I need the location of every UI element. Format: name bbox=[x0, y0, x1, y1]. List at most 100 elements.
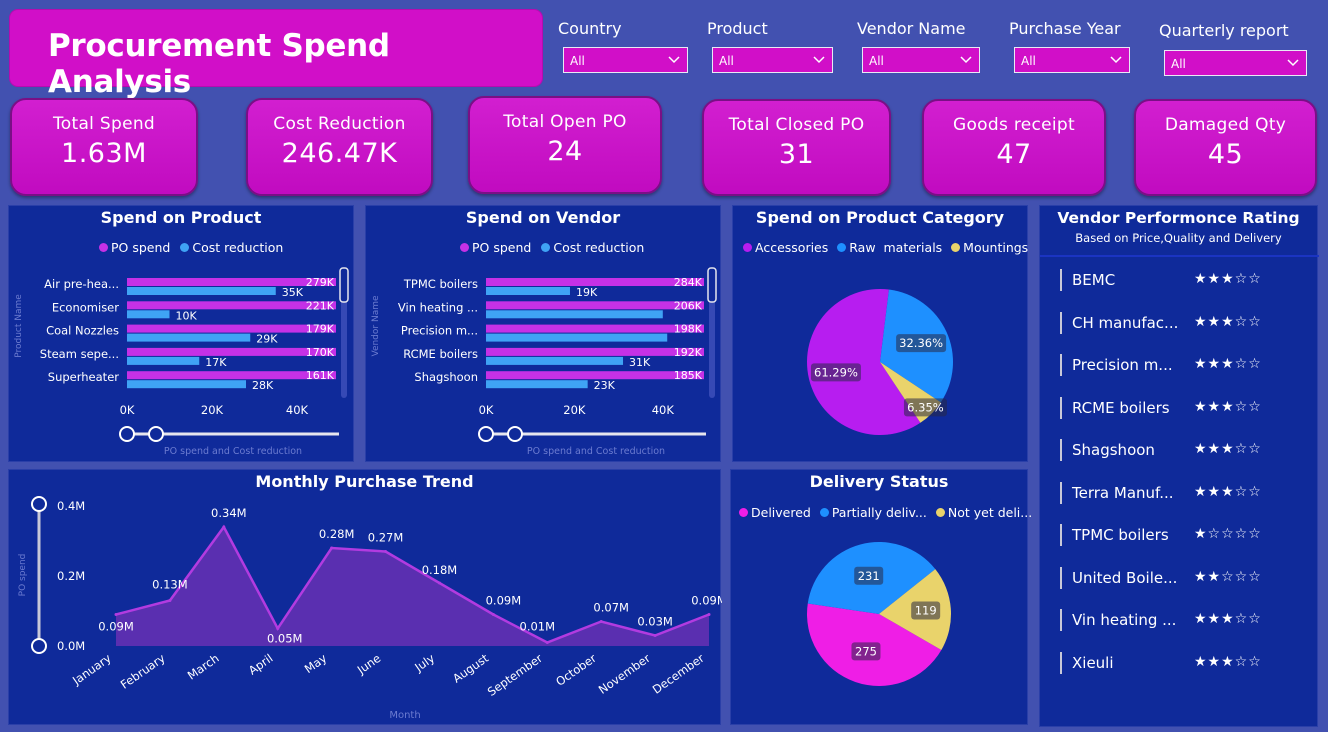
bar-po-spend[interactable] bbox=[486, 278, 704, 286]
x-axis-label: PO spend and Cost reduction bbox=[164, 446, 302, 457]
bar-cost-reduction[interactable] bbox=[486, 287, 570, 295]
range-slider-handle-min[interactable] bbox=[31, 638, 47, 654]
bar-po-spend[interactable] bbox=[486, 347, 704, 356]
scrollbar-thumb[interactable] bbox=[707, 267, 717, 303]
row-marker bbox=[1060, 651, 1062, 674]
filter-product-dropdown[interactable]: All bbox=[712, 47, 833, 73]
filter-quarter-dropdown[interactable]: All bbox=[1164, 50, 1307, 76]
data-label: 23K bbox=[594, 379, 616, 392]
vendor-rating-row[interactable]: Xieuli ★★★☆☆ bbox=[1060, 651, 1300, 676]
data-label: 10K bbox=[176, 309, 198, 322]
bar-po-spend[interactable] bbox=[127, 301, 336, 310]
kpi-value: 47 bbox=[996, 139, 1032, 170]
data-point[interactable] bbox=[276, 627, 280, 630]
kpi-value: 31 bbox=[778, 139, 815, 170]
filter-value: All bbox=[1171, 57, 1186, 71]
bar-po-spend[interactable] bbox=[486, 324, 704, 333]
data-label: 192K bbox=[674, 346, 703, 359]
kpi-total-closed-po: Total Closed PO 31 bbox=[702, 99, 891, 196]
data-label: 35K bbox=[282, 286, 304, 299]
vendor-rating-row[interactable]: Precision m... ★★★☆☆ bbox=[1060, 354, 1300, 378]
data-point[interactable] bbox=[491, 613, 495, 616]
vendor-name: Xieuli bbox=[1072, 653, 1114, 672]
bar-cost-reduction[interactable] bbox=[127, 380, 246, 389]
chevron-down-icon bbox=[1110, 56, 1122, 64]
data-point[interactable] bbox=[437, 581, 441, 585]
vendor-rating-row[interactable]: CH manufac... ★★★☆☆ bbox=[1060, 311, 1300, 336]
data-point[interactable] bbox=[114, 613, 118, 616]
filter-year-dropdown[interactable]: All bbox=[1014, 47, 1130, 73]
area-fill bbox=[116, 527, 709, 646]
range-slider-handle-max[interactable] bbox=[507, 426, 523, 442]
chart-monthly-trend: PO spend 0.0M 0.2M 0.4M 0.09M January 0.13M Feb… bbox=[18, 496, 722, 721]
range-slider-handle-min[interactable] bbox=[119, 426, 135, 442]
data-point[interactable] bbox=[330, 546, 334, 550]
filter-label-country: Country bbox=[558, 19, 622, 38]
vendor-rating-row[interactable]: Terra Manuf... ★★★☆☆ bbox=[1060, 481, 1300, 506]
star-rating-icon: ★★★☆☆ bbox=[1194, 653, 1262, 670]
range-slider-handle-max[interactable] bbox=[31, 496, 47, 512]
page-title: Procurement Spend Analysis bbox=[48, 28, 390, 100]
x-tick-label: 0K bbox=[479, 403, 494, 417]
vendor-rating-row[interactable]: RCME boilers ★★★☆☆ bbox=[1060, 396, 1300, 421]
bar-cost-reduction[interactable] bbox=[486, 310, 663, 319]
range-slider-handle-min[interactable] bbox=[478, 426, 494, 442]
data-label: 231 bbox=[858, 569, 880, 583]
panel-spend-on-category: Spend on Product Category Accessories Ra… bbox=[732, 205, 1028, 462]
x-tick-label: November bbox=[596, 651, 653, 697]
chart-spend-on-category: 61.29% 32.36% 6.35% bbox=[807, 289, 953, 435]
vendor-name: RCME boilers bbox=[1072, 398, 1170, 417]
data-point[interactable] bbox=[707, 613, 711, 616]
category-label: Steam sepe... bbox=[40, 347, 119, 361]
data-label: 221K bbox=[306, 299, 335, 312]
bar-cost-reduction[interactable] bbox=[486, 380, 588, 389]
bar-po-spend[interactable] bbox=[127, 324, 336, 333]
filter-value: All bbox=[570, 54, 585, 68]
vendor-rating-row[interactable]: Vin heating ... ★★★☆☆ bbox=[1060, 609, 1300, 633]
data-point[interactable] bbox=[168, 599, 172, 602]
chart-spend-on-product: Product Name Air pre-hea... 279K35K Economi… bbox=[14, 267, 349, 457]
data-point[interactable] bbox=[545, 641, 549, 644]
y-tick-label: 0.2M bbox=[57, 569, 85, 583]
bar-cost-reduction[interactable] bbox=[127, 333, 251, 342]
chart-delivery-status: 275 231 119 bbox=[807, 542, 951, 686]
vendor-name: Precision m... bbox=[1072, 356, 1173, 374]
filter-vendor-dropdown[interactable]: All bbox=[862, 47, 980, 73]
data-label: 179K bbox=[306, 323, 335, 336]
data-point[interactable] bbox=[599, 620, 603, 623]
bar-po-spend[interactable] bbox=[486, 371, 704, 380]
vendor-rating-row[interactable]: TPMC boilers ★☆☆☆☆ bbox=[1060, 524, 1300, 548]
star-rating-icon: ★★★☆☆ bbox=[1194, 611, 1262, 627]
data-point[interactable] bbox=[222, 525, 226, 529]
bar-po-spend[interactable] bbox=[127, 371, 336, 380]
data-label: 119 bbox=[915, 604, 937, 618]
data-label: 0.34M bbox=[211, 506, 247, 520]
vendor-rating-row[interactable]: United Boile... ★★☆☆☆ bbox=[1060, 566, 1300, 591]
data-point[interactable] bbox=[653, 634, 657, 637]
kpi-value: 24 bbox=[547, 136, 583, 167]
filter-country-dropdown[interactable]: All bbox=[563, 47, 688, 73]
bar-cost-reduction[interactable] bbox=[486, 356, 624, 365]
range-slider-handle-max[interactable] bbox=[148, 426, 164, 442]
vendor-rating-row[interactable]: BEMC ★★★☆☆ bbox=[1060, 269, 1300, 293]
filter-value: All bbox=[719, 54, 734, 68]
bar-po-spend[interactable] bbox=[127, 347, 336, 356]
bar-cost-reduction[interactable] bbox=[486, 333, 668, 342]
data-label: 0.07M bbox=[593, 601, 629, 615]
x-axis-label: PO spend and Cost reduction bbox=[527, 446, 665, 457]
bar-cost-reduction[interactable] bbox=[127, 310, 170, 319]
category-label: Economiser bbox=[52, 300, 119, 314]
x-tick-label: October bbox=[553, 651, 599, 689]
data-point[interactable] bbox=[384, 550, 388, 553]
scrollbar-thumb[interactable] bbox=[339, 267, 349, 303]
kpi-total-open-po: Total Open PO 24 bbox=[468, 96, 662, 194]
x-tick-label: 20K bbox=[201, 403, 224, 417]
bar-po-spend[interactable] bbox=[486, 301, 704, 310]
data-label: 0.18M bbox=[422, 563, 458, 577]
row-marker bbox=[1060, 439, 1062, 461]
data-label: 275 bbox=[855, 644, 877, 658]
bar-po-spend[interactable] bbox=[127, 278, 336, 286]
bar-cost-reduction[interactable] bbox=[127, 356, 200, 365]
bar-cost-reduction[interactable] bbox=[127, 287, 276, 295]
vendor-rating-row[interactable]: Shagshoon ★★★☆☆ bbox=[1060, 439, 1300, 463]
